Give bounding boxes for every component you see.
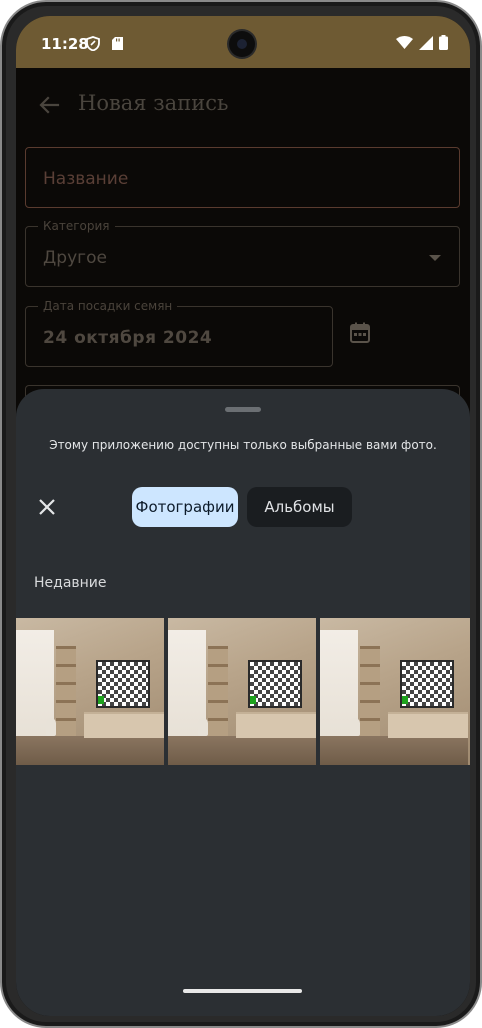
front-camera	[229, 31, 255, 57]
status-icons	[396, 35, 448, 50]
gesture-nav-bar[interactable]	[183, 989, 302, 993]
drag-handle[interactable]	[225, 407, 261, 412]
status-bar: 11:28	[16, 16, 470, 68]
name-field[interactable]: Название	[25, 147, 460, 208]
vpn-shield-icon	[86, 36, 100, 51]
arrow-back-icon[interactable]	[34, 90, 64, 120]
sd-card-icon	[112, 37, 123, 50]
close-icon[interactable]	[35, 495, 59, 519]
status-time: 11:28	[41, 35, 89, 53]
category-label: Категория	[38, 219, 115, 234]
wifi-icon	[396, 35, 413, 49]
tab-photos-label: Фотографии	[135, 498, 235, 516]
calendar-icon[interactable]	[348, 321, 372, 345]
recent-section-title: Недавние	[34, 575, 107, 591]
phone-frame: 11:28 Новая запись Название Категория Др…	[0, 0, 482, 1028]
name-field-placeholder: Название	[43, 169, 129, 189]
tab-albums[interactable]: Альбомы	[247, 487, 352, 527]
battery-icon	[439, 35, 448, 50]
photo-picker-sheet: Этому приложению доступны только выбранн…	[16, 389, 470, 1016]
tab-albums-label: Альбомы	[264, 498, 335, 516]
sowing-date-value: 24 октября 2024	[43, 328, 213, 348]
sowing-date-field[interactable]: Дата посадки семян 24 октября 2024	[25, 299, 333, 367]
category-value: Другое	[43, 248, 107, 268]
dropdown-arrow-icon	[429, 255, 441, 261]
tab-photos[interactable]: Фотографии	[132, 487, 238, 527]
screen: 11:28 Новая запись Название Категория Др…	[16, 16, 470, 1016]
signal-icon	[419, 35, 433, 50]
app-bar: Новая запись	[16, 82, 470, 126]
photo-thumbnail[interactable]	[16, 618, 164, 765]
sowing-date-label: Дата посадки семян	[38, 299, 178, 314]
photo-thumbnail[interactable]	[320, 618, 470, 765]
access-notice: Этому приложению доступны только выбранн…	[49, 438, 437, 452]
category-select[interactable]: Категория Другое	[25, 219, 460, 287]
page-title: Новая запись	[78, 91, 229, 115]
photo-grid	[16, 618, 470, 765]
photo-thumbnail[interactable]	[168, 618, 316, 765]
